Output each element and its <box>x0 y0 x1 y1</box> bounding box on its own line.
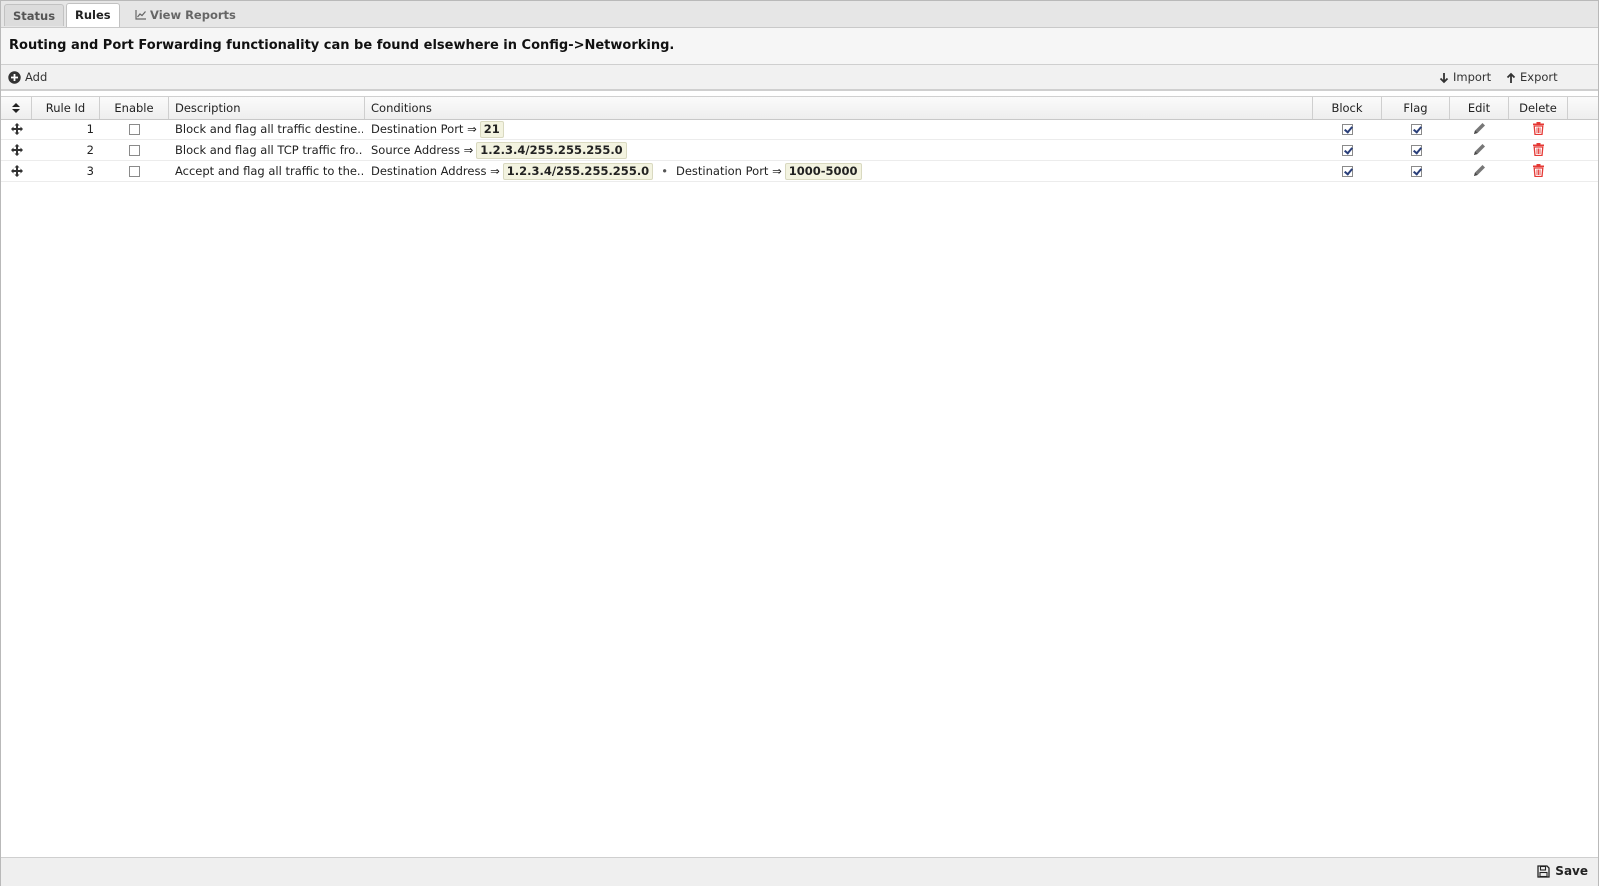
flag-checkbox[interactable] <box>1411 124 1422 135</box>
description-column-header[interactable]: Description <box>169 97 365 119</box>
export-button[interactable]: Export <box>1506 69 1558 85</box>
tab-view-reports-label: View Reports <box>150 8 236 22</box>
enable-checkbox[interactable] <box>129 145 140 156</box>
condition-name: Destination Port ⇒ <box>675 164 782 178</box>
block-column-header[interactable]: Block <box>1313 97 1382 119</box>
arrow-down-icon <box>1439 73 1449 84</box>
floppy-disk-icon <box>1537 865 1550 878</box>
rule-id-column-header[interactable]: Rule Id <box>32 97 100 119</box>
conditions-cell: Destination Address ⇒ 1.2.3.4/255.255.255… <box>371 161 1311 181</box>
delete-column-header: Delete <box>1509 97 1568 119</box>
block-checkbox[interactable] <box>1342 166 1353 177</box>
app-frame: Status Rules View Reports Routing and Po… <box>0 0 1599 886</box>
condition-value: 1000-5000 <box>784 163 862 180</box>
conditions-column-header[interactable]: Conditions <box>365 97 1313 119</box>
save-button[interactable]: Save <box>1537 864 1588 878</box>
tab-rules[interactable]: Rules <box>66 3 120 27</box>
notice-text: Routing and Port Forwarding functionalit… <box>9 38 675 53</box>
tab-bar: Status Rules View Reports <box>1 1 1598 28</box>
table-row: 1 Block and flag all traffic destine... … <box>1 119 1598 140</box>
import-button-label: Import <box>1453 70 1492 84</box>
description-cell: Block and flag all TCP traffic fro... <box>175 143 363 157</box>
delete-trash-icon[interactable] <box>1533 143 1544 159</box>
rule-id-cell: 3 <box>86 164 94 178</box>
grid-header: Rule Id Enable Description Conditions Bl… <box>1 96 1598 120</box>
table-row: 2 Block and flag all TCP traffic fro... … <box>1 140 1598 161</box>
conditions-cell: Destination Port ⇒ 21 <box>371 119 1311 139</box>
grid-toolbar: Add Import Export <box>1 65 1598 91</box>
edit-column-header: Edit <box>1450 97 1509 119</box>
tab-status[interactable]: Status <box>4 4 65 26</box>
flag-checkbox[interactable] <box>1411 145 1422 156</box>
condition-name: Source Address ⇒ <box>371 143 474 157</box>
condition-value: 1.2.3.4/255.255.255.0 <box>476 142 627 159</box>
drag-handle-icon[interactable] <box>11 123 23 138</box>
description-cell: Accept and flag all traffic to the... <box>175 164 363 178</box>
add-button-label: Add <box>25 70 48 84</box>
edit-pencil-icon[interactable] <box>1473 122 1486 138</box>
import-button[interactable]: Import <box>1439 69 1491 85</box>
enable-checkbox[interactable] <box>129 124 140 135</box>
chart-icon <box>135 10 146 20</box>
rule-id-cell: 1 <box>86 122 94 136</box>
condition-value: 1.2.3.4/255.255.255.0 <box>502 163 654 180</box>
tab-view-reports[interactable]: View Reports <box>135 4 236 26</box>
enable-checkbox[interactable] <box>129 166 140 177</box>
edit-pencil-icon[interactable] <box>1473 143 1486 159</box>
rule-id-cell: 2 <box>86 143 94 157</box>
add-button[interactable]: Add <box>8 69 47 85</box>
add-circle-icon <box>8 71 21 84</box>
table-row: 3 Accept and flag all traffic to the... … <box>1 161 1598 182</box>
condition-name: Destination Port ⇒ <box>371 122 477 136</box>
arrow-up-icon <box>1506 72 1516 83</box>
flag-column-header[interactable]: Flag <box>1382 97 1450 119</box>
delete-trash-icon[interactable] <box>1533 164 1544 180</box>
delete-trash-icon[interactable] <box>1533 122 1544 138</box>
reorder-column-header[interactable] <box>1 97 32 119</box>
conditions-cell: Source Address ⇒ 1.2.3.4/255.255.255.0 <box>371 140 1311 160</box>
footer-bar: Save <box>1 857 1598 886</box>
drag-handle-icon[interactable] <box>11 144 23 159</box>
save-button-label: Save <box>1555 864 1588 878</box>
sort-icon <box>12 103 20 113</box>
condition-separator: • <box>661 164 668 178</box>
drag-handle-icon[interactable] <box>11 165 23 180</box>
condition-value: 21 <box>479 121 504 138</box>
edit-pencil-icon[interactable] <box>1473 164 1486 180</box>
flag-checkbox[interactable] <box>1411 166 1422 177</box>
block-checkbox[interactable] <box>1342 124 1353 135</box>
description-cell: Block and flag all traffic destine... <box>175 122 363 136</box>
block-checkbox[interactable] <box>1342 145 1353 156</box>
enable-column-header[interactable]: Enable <box>100 97 169 119</box>
export-button-label: Export <box>1520 70 1558 84</box>
notice-bar: Routing and Port Forwarding functionalit… <box>1 28 1598 65</box>
condition-name: Destination Address ⇒ <box>371 164 500 178</box>
